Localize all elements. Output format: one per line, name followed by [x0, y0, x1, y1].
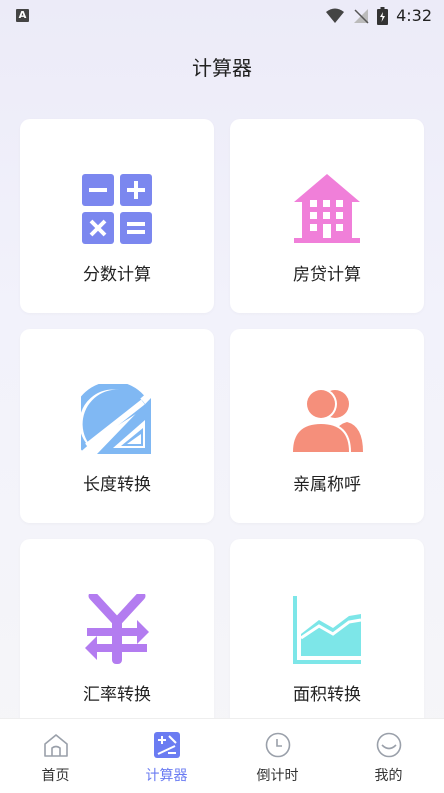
nav-item-calculator[interactable]: 计算器	[111, 719, 222, 793]
battery-icon	[377, 6, 389, 25]
nav-item-countdown[interactable]: 倒计时	[222, 719, 333, 793]
card-label: 汇率转换	[83, 685, 151, 705]
notification-icon: A	[16, 9, 29, 22]
wifi-icon	[326, 8, 345, 23]
nav-label: 我的	[374, 768, 403, 784]
card-label: 长度转换	[83, 475, 151, 495]
bottom-nav: 首页 计算器 倒计时 我的	[0, 718, 444, 793]
page-title: 计算器	[192, 56, 252, 80]
status-time: 4:32	[396, 6, 432, 25]
ruler-icon	[81, 384, 151, 454]
nav-label: 倒计时	[256, 768, 299, 784]
card-fraction-calculator[interactable]: 分数计算	[20, 119, 214, 313]
people-icon	[291, 388, 363, 452]
no-signal-icon	[354, 8, 369, 24]
nav-item-mine[interactable]: 我的	[333, 719, 444, 793]
card-label: 分数计算	[83, 265, 151, 285]
nav-label: 首页	[41, 768, 70, 784]
card-exchange-rate[interactable]: 汇率转换	[20, 539, 214, 733]
clock-icon	[265, 732, 290, 758]
nav-label: 计算器	[145, 768, 188, 784]
card-label: 亲属称呼	[293, 475, 361, 495]
home-icon	[43, 734, 68, 757]
smile-icon	[376, 732, 401, 758]
house-icon	[294, 174, 360, 243]
card-label: 房贷计算	[293, 265, 361, 285]
calculator-icon	[153, 732, 180, 758]
card-length-conversion[interactable]: 长度转换	[20, 329, 214, 523]
status-indicators: 4:32	[325, 6, 432, 25]
card-relative-title[interactable]: 亲属称呼	[230, 329, 424, 523]
nav-item-home[interactable]: 首页	[0, 719, 111, 793]
card-area-conversion[interactable]: 面积转换	[230, 539, 424, 733]
yuan-exchange-icon	[85, 594, 149, 664]
area-chart-icon	[293, 596, 362, 664]
status-bar: A 4:32	[0, 0, 444, 32]
card-mortgage-calculator[interactable]: 房贷计算	[230, 119, 424, 313]
card-label: 面积转换	[293, 685, 361, 705]
calculator-icon	[82, 174, 152, 244]
